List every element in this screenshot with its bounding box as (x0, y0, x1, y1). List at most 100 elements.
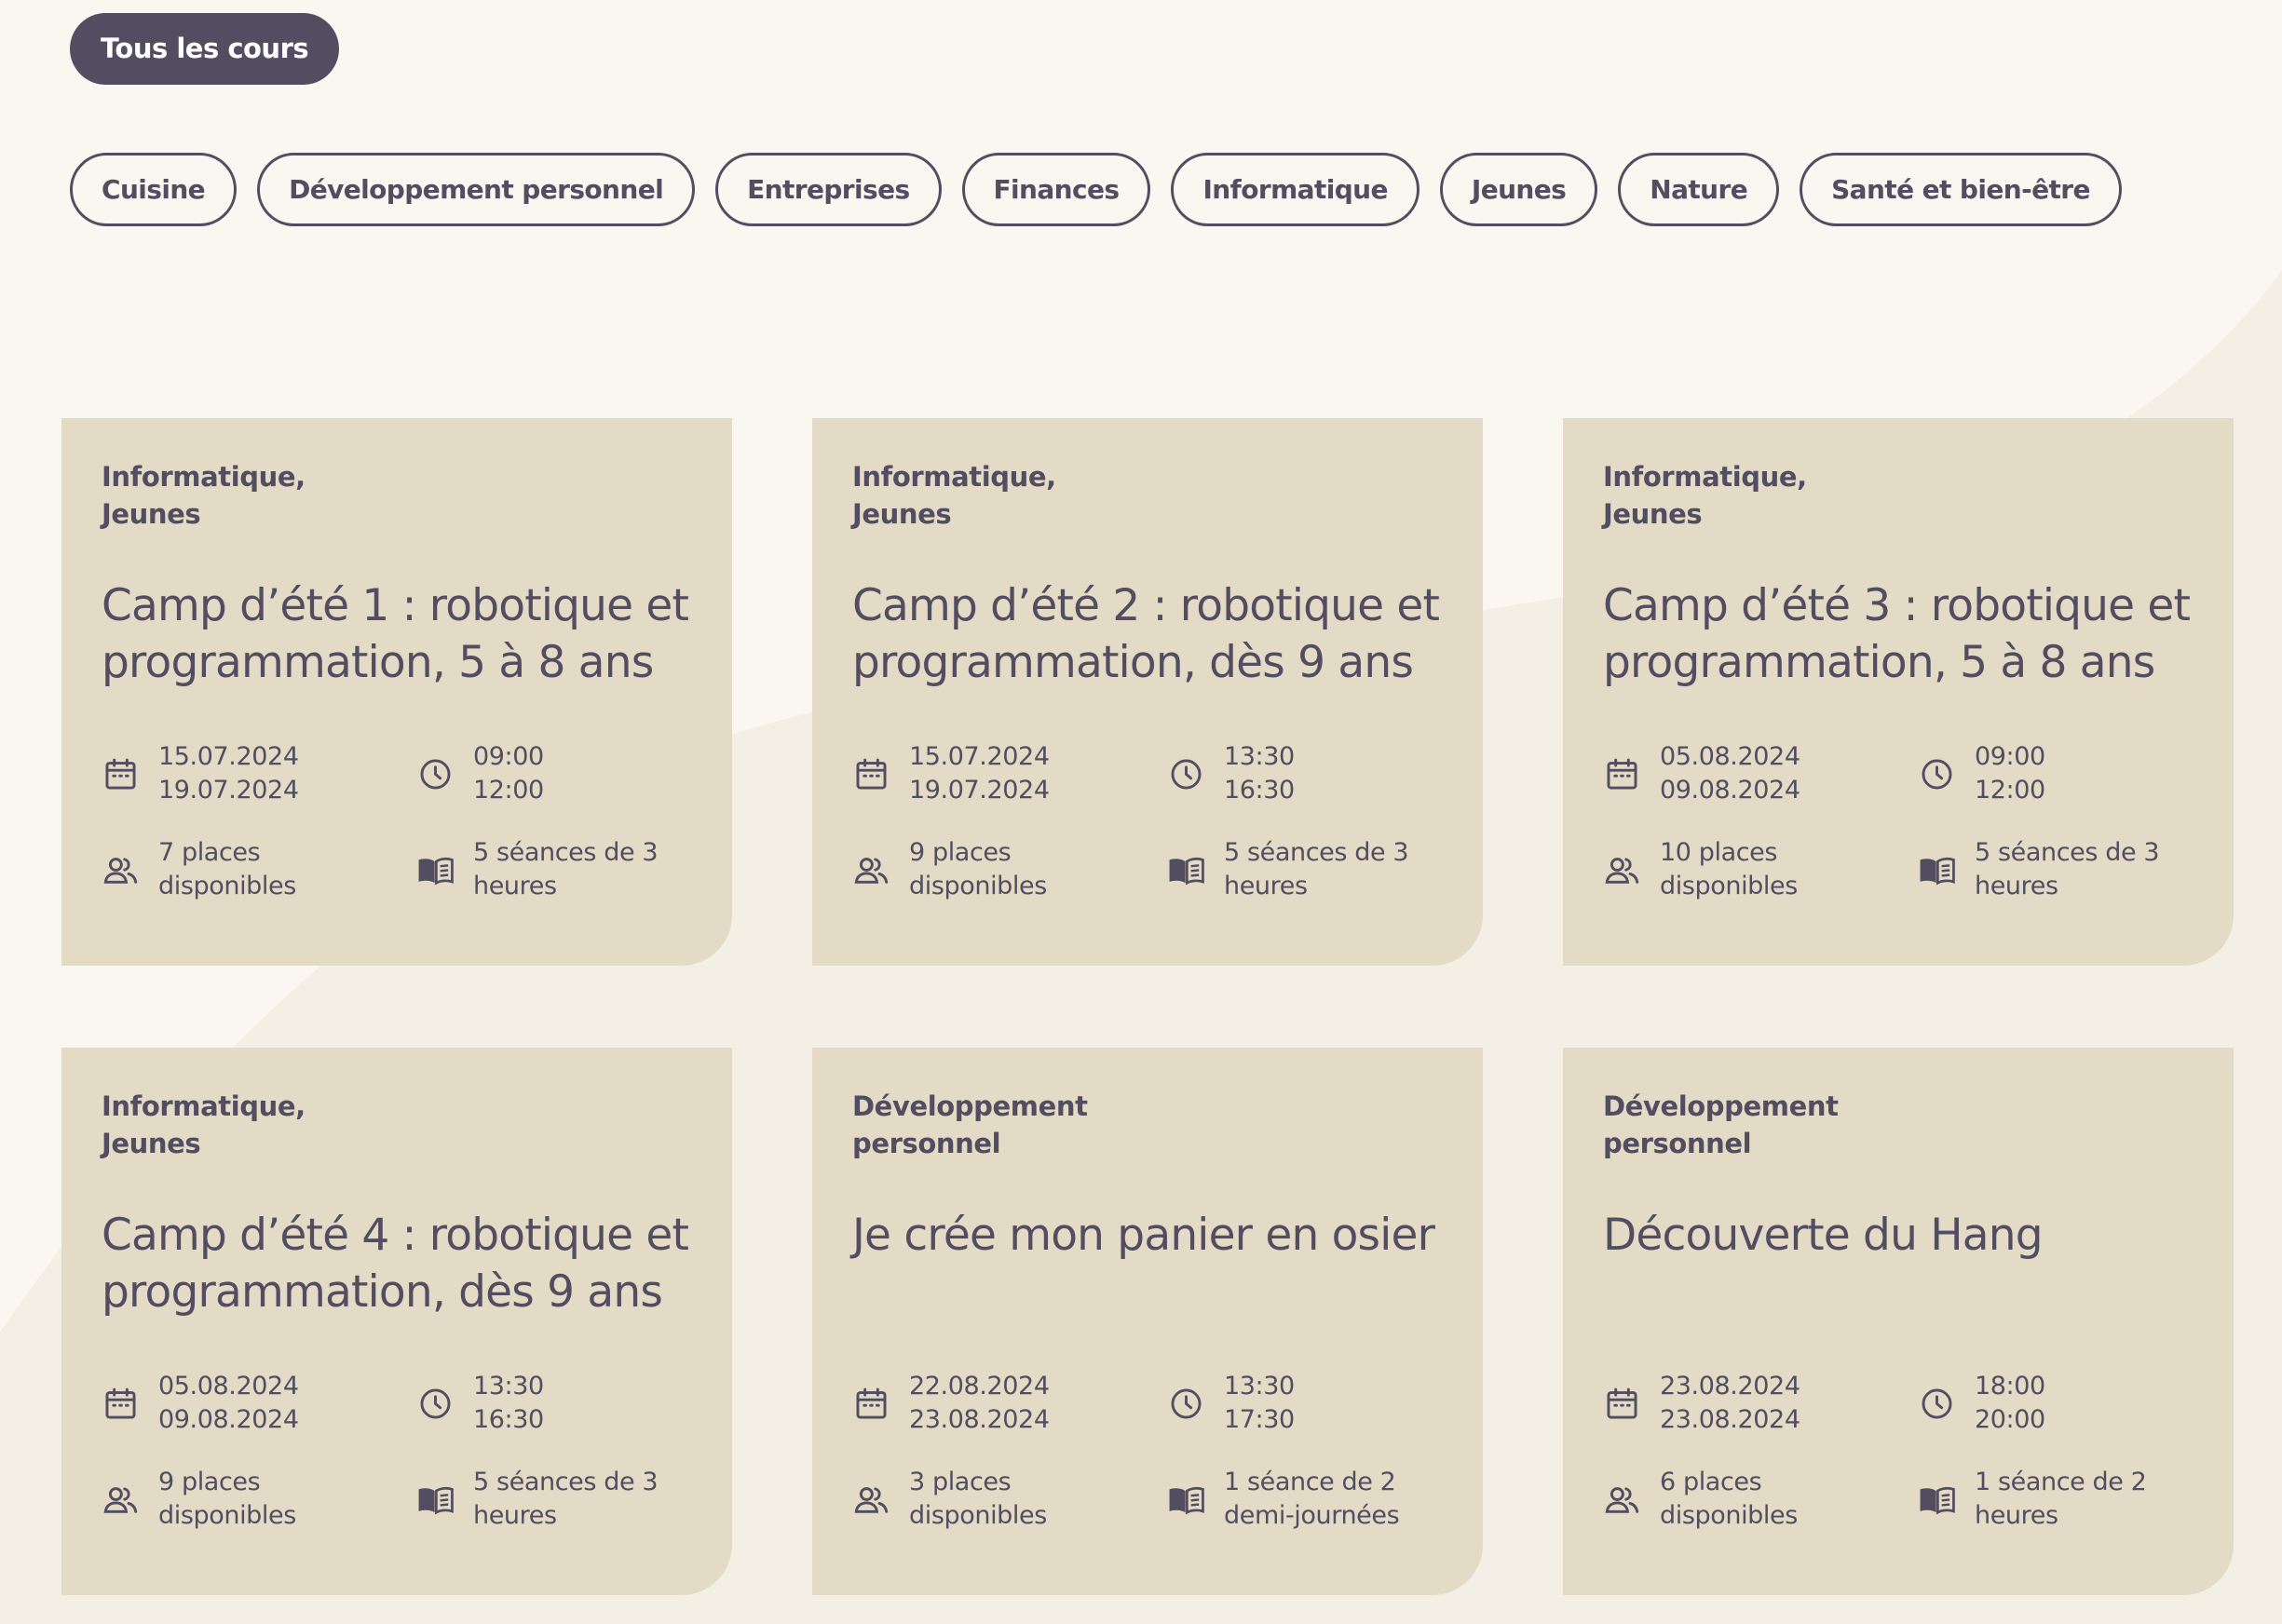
course-sessions: 5 séances de 3 heures (416, 836, 696, 903)
course-times: 13:30 16:30 (1167, 740, 1447, 807)
course-date-end: 23.08.2024 (909, 1405, 1050, 1434)
course-time-end: 12:00 (1975, 776, 2045, 805)
course-time-start: 09:00 (1975, 742, 2045, 771)
course-categories: Développement personnel (852, 1088, 1446, 1162)
course-date-end: 09.08.2024 (158, 1405, 299, 1434)
course-places: 7 places disponibles (102, 836, 416, 903)
course-categories: Informatique, Jeunes (102, 1088, 695, 1162)
course-places-label: disponibles (158, 872, 296, 900)
clock-icon (1918, 1370, 1958, 1437)
course-time-end: 12:00 (473, 776, 544, 805)
course-sessions: 5 séances de 3 heures (416, 1466, 696, 1533)
filter-nature[interactable]: Nature (1618, 153, 1780, 226)
course-times: 09:00 12:00 (1918, 740, 2197, 807)
course-times: 18:00 20:00 (1918, 1370, 2197, 1437)
course-card[interactable]: Développement personnel Je crée mon pani… (812, 1048, 1483, 1595)
book-icon (1167, 836, 1207, 903)
filter-entreprises[interactable]: Entreprises (715, 153, 942, 226)
course-categories: Développement personnel (1603, 1088, 2196, 1162)
course-title[interactable]: Camp d’été 3 : robotique et programmatio… (1603, 577, 2196, 691)
course-categories: Informatique, Jeunes (1603, 458, 2196, 533)
course-category-line-1: Développement (1603, 1090, 1839, 1122)
book-icon (1918, 836, 1958, 903)
all-courses-button[interactable]: Tous les cours (70, 13, 340, 85)
course-sessions-count: 5 séances de 3 (1975, 838, 2160, 867)
course-places-label: disponibles (909, 1501, 1047, 1530)
course-places: 9 places disponibles (102, 1466, 416, 1533)
course-card[interactable]: Informatique, Jeunes Camp d’été 3 : robo… (1563, 418, 2234, 966)
clock-icon (416, 740, 456, 807)
course-time-end: 17:30 (1224, 1405, 1295, 1434)
course-date-start: 05.08.2024 (1660, 742, 1800, 771)
course-category-line-2: personnel (1603, 1128, 1752, 1159)
course-details: 15.07.2024 19.07.2024 13:30 16:30 9 plac… (852, 740, 1448, 903)
people-icon (1603, 836, 1643, 903)
course-title[interactable]: Camp d’été 4 : robotique et programmatio… (102, 1207, 695, 1320)
course-date-end: 23.08.2024 (1660, 1405, 1800, 1434)
course-sessions-duration: heures (1224, 872, 1308, 900)
course-sessions-duration: heures (473, 1501, 557, 1530)
course-date-start: 22.08.2024 (909, 1372, 1050, 1401)
course-sessions-count: 1 séance de 2 (1975, 1468, 2147, 1496)
course-places: 10 places disponibles (1603, 836, 1918, 903)
course-time-end: 16:30 (473, 1405, 544, 1434)
course-times: 13:30 16:30 (416, 1370, 696, 1437)
course-card[interactable]: Développement personnel Découverte du Ha… (1563, 1048, 2234, 1595)
course-date-start: 15.07.2024 (909, 742, 1050, 771)
filter-sante-bien-etre[interactable]: Santé et bien-être (1800, 153, 2122, 226)
course-sessions-count: 1 séance de 2 (1224, 1468, 1396, 1496)
course-category-line-2: Jeunes (102, 1128, 201, 1159)
course-details: 23.08.2024 23.08.2024 18:00 20:00 6 plac… (1603, 1370, 2199, 1533)
course-places-label: disponibles (1660, 1501, 1798, 1530)
course-card[interactable]: Informatique, Jeunes Camp d’été 1 : robo… (61, 418, 732, 966)
course-card[interactable]: Informatique, Jeunes Camp d’été 4 : robo… (61, 1048, 732, 1595)
course-card[interactable]: Informatique, Jeunes Camp d’été 2 : robo… (812, 418, 1483, 966)
course-category-line-1: Informatique, (1603, 461, 1807, 493)
course-time-end: 20:00 (1975, 1405, 2045, 1434)
course-dates: 05.08.2024 09.08.2024 (102, 1370, 416, 1437)
filter-cuisine[interactable]: Cuisine (70, 153, 238, 226)
filter-developpement-personnel[interactable]: Développement personnel (257, 153, 696, 226)
course-dates: 15.07.2024 19.07.2024 (852, 740, 1167, 807)
course-dates: 15.07.2024 19.07.2024 (102, 740, 416, 807)
course-time-start: 18:00 (1975, 1372, 2045, 1401)
course-category-line-1: Informatique, (852, 461, 1056, 493)
course-sessions-count: 5 séances de 3 (473, 1468, 659, 1496)
clock-icon (1167, 1370, 1207, 1437)
book-icon (1167, 1466, 1207, 1533)
course-time-end: 16:30 (1224, 776, 1295, 805)
course-places-count: 7 places (158, 838, 261, 867)
calendar-icon (1603, 1370, 1643, 1437)
course-categories: Informatique, Jeunes (852, 458, 1446, 533)
course-title[interactable]: Camp d’été 2 : robotique et programmatio… (852, 577, 1446, 691)
course-category-line-2: personnel (852, 1128, 1001, 1159)
course-category-line-2: Jeunes (102, 498, 201, 530)
course-title[interactable]: Découverte du Hang (1603, 1207, 2196, 1320)
filter-jeunes[interactable]: Jeunes (1439, 153, 1598, 226)
course-details: 22.08.2024 23.08.2024 13:30 17:30 3 plac… (852, 1370, 1448, 1533)
course-places-count: 3 places (909, 1468, 1012, 1496)
book-icon (1918, 1466, 1958, 1533)
people-icon (852, 1466, 892, 1533)
course-category-line-1: Informatique, (102, 461, 306, 493)
course-category-line-1: Développement (852, 1090, 1088, 1122)
people-icon (102, 836, 142, 903)
course-places-label: disponibles (1660, 872, 1798, 900)
course-title[interactable]: Je crée mon panier en osier (852, 1207, 1446, 1320)
course-sessions-count: 5 séances de 3 (473, 838, 659, 867)
course-times: 09:00 12:00 (416, 740, 696, 807)
course-dates: 23.08.2024 23.08.2024 (1603, 1370, 1918, 1437)
course-title[interactable]: Camp d’été 1 : robotique et programmatio… (102, 577, 695, 691)
course-places: 3 places disponibles (852, 1466, 1167, 1533)
filter-finances[interactable]: Finances (961, 153, 1151, 226)
course-details: 05.08.2024 09.08.2024 09:00 12:00 10 pla… (1603, 740, 2199, 903)
course-date-end: 09.08.2024 (1660, 776, 1800, 805)
clock-icon (1167, 740, 1207, 807)
filter-informatique[interactable]: Informatique (1171, 153, 1419, 226)
course-sessions-count: 5 séances de 3 (1224, 838, 1409, 867)
calendar-icon (102, 740, 142, 807)
course-sessions: 5 séances de 3 heures (1918, 836, 2197, 903)
course-places-label: disponibles (158, 1501, 296, 1530)
course-details: 05.08.2024 09.08.2024 13:30 16:30 9 plac… (102, 1370, 698, 1533)
course-grid: Informatique, Jeunes Camp d’été 1 : robo… (61, 418, 2234, 1595)
